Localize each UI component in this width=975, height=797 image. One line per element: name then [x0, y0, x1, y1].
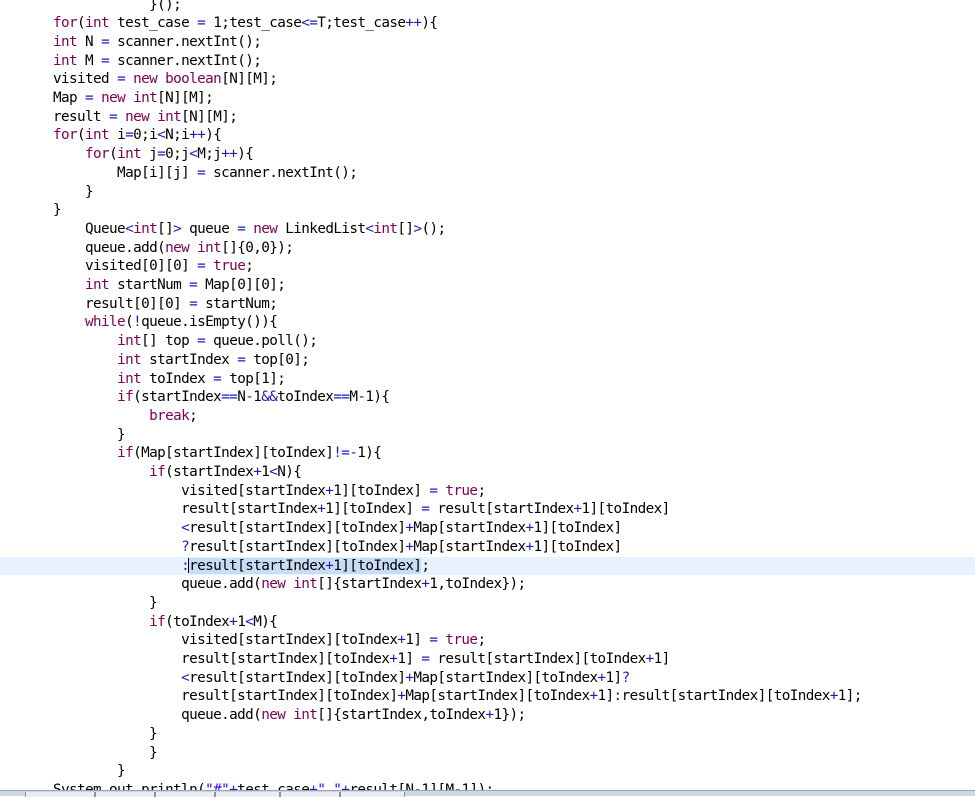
- code-line[interactable]: }: [0, 426, 975, 445]
- code-text: ?result[startIndex][toIndex]+Map[startIn…: [181, 538, 622, 555]
- code-line[interactable]: ?result[startIndex][toIndex]+Map[startIn…: [0, 538, 975, 557]
- code-line[interactable]: queue.add(new int[]{startIndex,toIndex+1…: [0, 706, 975, 725]
- bottom-tab[interactable]: [215, 792, 280, 797]
- code-line[interactable]: queue.add(new int[]{0,0});: [0, 239, 975, 258]
- code-line[interactable]: if(startIndex+1<N){: [0, 463, 975, 482]
- code-text: }: [53, 744, 158, 761]
- code-text: result[startIndex+1][toIndex] = result[s…: [53, 501, 670, 518]
- code-text: visited = new boolean[N][M];: [53, 71, 278, 88]
- code-text: queue.add(new int[]{startIndex+1,toIndex…: [53, 576, 526, 593]
- code-line[interactable]: Map[i][j] = scanner.nextInt();: [0, 164, 975, 183]
- code-line[interactable]: int startIndex = top[0];: [0, 351, 975, 370]
- code-text: int[] top = queue.poll();: [117, 333, 318, 350]
- code-line[interactable]: if(startIndex==N-1&&toIndex==M-1){: [0, 388, 975, 407]
- code-text: if(Map[startIndex][toIndex]!=-1){: [117, 445, 382, 462]
- bottom-tab-strip: [0, 790, 975, 797]
- code-text: <result[startIndex][toIndex]+Map[startIn…: [181, 669, 630, 686]
- code-line[interactable]: while(!queue.isEmpty()){: [0, 313, 975, 332]
- code-line[interactable]: int startNum = Map[0][0];: [0, 276, 975, 295]
- code-line[interactable]: break;: [0, 407, 975, 426]
- code-line[interactable]: System.out.println("#"+test_case+" "+res…: [0, 781, 975, 790]
- code-line[interactable]: if(Map[startIndex][toIndex]!=-1){: [0, 444, 975, 463]
- code-text: Queue<int[]> queue = new LinkedList<int[…: [53, 220, 446, 237]
- code-text: Map = new int[N][M];: [53, 90, 214, 106]
- code-editor[interactable]: }(); for(int test_case = 1;test_case<=T;t…: [0, 0, 975, 790]
- code-line[interactable]: result[startIndex][toIndex+1] = result[s…: [0, 650, 975, 669]
- code-text: for(int test_case = 1;test_case<=T;test_…: [53, 15, 438, 32]
- code-line[interactable]: }: [0, 744, 975, 763]
- code-text: }: [53, 725, 158, 742]
- code-line[interactable]: }: [0, 201, 975, 220]
- code-line[interactable]: int[] top = queue.poll();: [0, 332, 975, 351]
- code-text: System.out.println("#"+test_case+" "+res…: [53, 781, 494, 790]
- bottom-tab[interactable]: [340, 792, 405, 797]
- code-text: int startIndex = top[0];: [117, 351, 310, 368]
- code-line[interactable]: for(int test_case = 1;test_case<=T;test_…: [0, 14, 975, 33]
- code-line[interactable]: :result[startIndex+1][toIndex];: [0, 556, 975, 576]
- code-line[interactable]: Map = new int[N][M];: [0, 89, 975, 108]
- code-line[interactable]: <result[startIndex][toIndex]+Map[startIn…: [0, 669, 975, 688]
- code-line[interactable]: result[0][0] = startNum;: [0, 295, 975, 314]
- code-text: for(int i=0;i<N;i++){: [53, 127, 222, 144]
- bottom-tab[interactable]: [155, 792, 215, 797]
- code-line[interactable]: int M = scanner.nextInt();: [0, 52, 975, 71]
- code-text: if(toIndex+1<M){: [149, 613, 278, 630]
- code-line[interactable]: result[startIndex][toIndex]+Map[startInd…: [0, 687, 975, 706]
- code-line[interactable]: }: [0, 762, 975, 781]
- code-line[interactable]: visited = new boolean[N][M];: [0, 70, 975, 89]
- code-text: result = new int[N][M];: [53, 108, 238, 125]
- code-text: break;: [149, 407, 198, 424]
- code-text: }();: [53, 0, 182, 13]
- code-text: visited[0][0] = true;: [53, 258, 254, 275]
- code-text: }: [53, 183, 94, 200]
- code-line[interactable]: int toIndex = top[1];: [0, 370, 975, 389]
- bottom-tab[interactable]: [280, 792, 340, 797]
- code-line[interactable]: if(toIndex+1<M){: [0, 613, 975, 632]
- code-line[interactable]: }();: [0, 0, 975, 14]
- code-text: <result[startIndex][toIndex]+Map[startIn…: [181, 520, 622, 537]
- text-selection: result[startIndex+1][toIndex]: [189, 557, 422, 574]
- code-text: }: [53, 763, 126, 780]
- code-line[interactable]: result = new int[N][M];: [0, 108, 975, 127]
- code-text: visited[startIndex][toIndex+1] = true;: [53, 632, 486, 649]
- code-text: :result[startIndex+1][toIndex];: [181, 557, 430, 574]
- code-line[interactable]: Queue<int[]> queue = new LinkedList<int[…: [0, 220, 975, 239]
- code-text: if(startIndex+1<N){: [149, 464, 302, 480]
- code-text: result[0][0] = startNum;: [53, 295, 278, 312]
- code-text: int toIndex = top[1];: [117, 370, 286, 387]
- code-text: Map[i][j] = scanner.nextInt();: [53, 164, 358, 181]
- bottom-tab[interactable]: [25, 792, 95, 797]
- code-line[interactable]: result[startIndex+1][toIndex] = result[s…: [0, 500, 975, 519]
- code-text: }: [53, 594, 158, 611]
- code-text: queue.add(new int[]{startIndex,toIndex+1…: [53, 707, 526, 724]
- code-line[interactable]: visited[startIndex][toIndex+1] = true;: [0, 631, 975, 650]
- code-line[interactable]: }: [0, 725, 975, 744]
- code-text: int M = scanner.nextInt();: [53, 52, 262, 69]
- code-line[interactable]: for(int i=0;i<N;i++){: [0, 126, 975, 145]
- code-line[interactable]: }: [0, 594, 975, 613]
- code-text: visited[startIndex+1][toIndex] = true;: [53, 482, 486, 499]
- code-line[interactable]: queue.add(new int[]{startIndex+1,toIndex…: [0, 575, 975, 594]
- code-line[interactable]: }: [0, 183, 975, 202]
- code-text: result[startIndex][toIndex]+Map[startInd…: [53, 688, 862, 705]
- code-line[interactable]: int N = scanner.nextInt();: [0, 33, 975, 52]
- code-text: while(!queue.isEmpty()){: [85, 314, 278, 331]
- code-text: int N = scanner.nextInt();: [53, 33, 262, 50]
- code-text: }: [53, 426, 126, 443]
- code-line[interactable]: for(int j=0;j<M;j++){: [0, 145, 975, 164]
- code-text: for(int j=0;j<M;j++){: [85, 146, 254, 163]
- code-line[interactable]: <result[startIndex][toIndex]+Map[startIn…: [0, 519, 975, 538]
- code-text: result[startIndex][toIndex+1] = result[s…: [53, 651, 670, 667]
- bottom-tab[interactable]: [95, 792, 155, 797]
- code-line[interactable]: visited[0][0] = true;: [0, 257, 975, 276]
- code-line[interactable]: visited[startIndex+1][toIndex] = true;: [0, 482, 975, 501]
- code-text: int startNum = Map[0][0];: [85, 277, 286, 293]
- code-text: if(startIndex==N-1&&toIndex==M-1){: [117, 389, 390, 406]
- code-text: queue.add(new int[]{0,0});: [53, 239, 294, 256]
- code-text: }: [53, 202, 62, 219]
